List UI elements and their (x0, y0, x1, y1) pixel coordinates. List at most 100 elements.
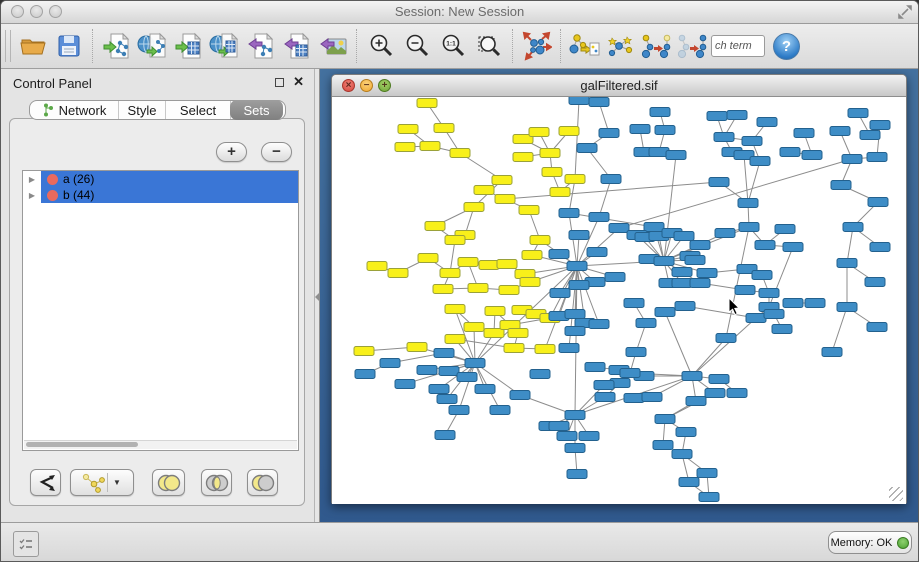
graph-node[interactable] (420, 142, 440, 151)
graph-node[interactable] (594, 381, 614, 390)
graph-node[interactable] (650, 108, 670, 117)
graph-edge[interactable] (847, 227, 853, 263)
graph-node[interactable] (735, 286, 755, 295)
graph-edge[interactable] (685, 306, 756, 318)
graph-node[interactable] (355, 370, 375, 379)
graph-node[interactable] (755, 241, 775, 250)
collapse-panel-arrow[interactable] (315, 293, 319, 301)
graph-edge[interactable] (599, 179, 611, 217)
graph-node[interactable] (429, 385, 449, 394)
new-network-all-edges-button[interactable] (675, 28, 711, 64)
graph-node[interactable] (565, 444, 585, 453)
network-canvas[interactable] (332, 97, 906, 504)
zoom-in-button[interactable] (363, 28, 399, 64)
graph-node[interactable] (445, 236, 465, 245)
create-set-from-network-button[interactable]: ▼ (70, 469, 134, 496)
graph-node[interactable] (759, 289, 779, 298)
graph-node[interactable] (474, 186, 494, 195)
graph-node[interactable] (605, 273, 625, 282)
graph-node[interactable] (674, 232, 694, 241)
graph-node[interactable] (620, 369, 640, 378)
graph-node[interactable] (540, 149, 560, 158)
graph-node[interactable] (802, 151, 822, 160)
split-set-button[interactable] (30, 469, 61, 496)
graph-node[interactable] (567, 262, 587, 271)
graph-node[interactable] (739, 223, 759, 232)
expand-triangle-icon[interactable]: ▶ (23, 175, 41, 184)
graph-node[interactable] (395, 143, 415, 152)
tab-sets[interactable]: Sets (230, 100, 283, 120)
graph-node[interactable] (589, 98, 609, 107)
graph-node[interactable] (504, 344, 524, 353)
graph-node[interactable] (653, 441, 673, 450)
window-resize-grip[interactable] (889, 487, 903, 501)
zoom-actual-size-button[interactable]: 1:1 (435, 28, 471, 64)
graph-node[interactable] (746, 314, 766, 323)
memory-status-button[interactable]: Memory: OK (828, 531, 912, 554)
graph-node[interactable] (727, 111, 747, 120)
graph-node[interactable] (589, 213, 609, 222)
graph-node[interactable] (450, 149, 470, 158)
select-from-file-button[interactable] (567, 28, 603, 64)
graph-node[interactable] (655, 415, 675, 424)
graph-node[interactable] (587, 248, 607, 257)
graph-node[interactable] (458, 258, 478, 267)
graph-node[interactable] (565, 310, 585, 319)
set-row[interactable]: ▶ b (44) (23, 187, 298, 203)
graph-node[interactable] (530, 370, 550, 379)
graph-node[interactable] (433, 285, 453, 294)
graph-node[interactable] (752, 271, 772, 280)
graph-edge[interactable] (474, 327, 475, 363)
graph-node[interactable] (559, 209, 579, 218)
graph-node[interactable] (398, 125, 418, 134)
graph-node[interactable] (550, 188, 570, 197)
graph-node[interactable] (485, 307, 505, 316)
remove-set-button[interactable]: − (261, 142, 292, 162)
save-session-button[interactable] (51, 28, 87, 64)
graph-node[interactable] (644, 223, 664, 232)
graph-node[interactable] (697, 269, 717, 278)
apply-layout-button[interactable] (519, 28, 555, 64)
graph-node[interactable] (417, 366, 437, 375)
graph-node[interactable] (445, 305, 465, 314)
graph-node[interactable] (848, 109, 868, 118)
graph-node[interactable] (437, 395, 457, 404)
graph-node[interactable] (492, 176, 512, 185)
graph-edge[interactable] (726, 227, 749, 338)
network-graph[interactable] (332, 97, 906, 504)
help-button[interactable]: ? (773, 33, 800, 60)
graph-edge[interactable] (664, 155, 676, 261)
graph-node[interactable] (750, 157, 770, 166)
graph-node[interactable] (794, 129, 814, 138)
graph-node[interactable] (626, 348, 646, 357)
network-window-titlebar[interactable]: × − + galFiltered.sif (332, 75, 906, 97)
graph-node[interactable] (685, 256, 705, 265)
graph-node[interactable] (475, 385, 495, 394)
import-network-web-button[interactable] (135, 28, 171, 64)
graph-node[interactable] (569, 97, 589, 105)
graph-node[interactable] (535, 345, 555, 354)
graph-node[interactable] (860, 131, 880, 140)
graph-node[interactable] (772, 325, 792, 334)
graph-node[interactable] (565, 327, 585, 336)
search-input[interactable]: ch term (711, 35, 765, 57)
graph-node[interactable] (867, 153, 887, 162)
graph-node[interactable] (565, 175, 585, 184)
graph-node[interactable] (843, 223, 863, 232)
graph-node[interactable] (837, 259, 857, 268)
fullscreen-icon[interactable] (898, 5, 912, 19)
graph-node[interactable] (567, 470, 587, 479)
select-first-neighbors-button[interactable] (603, 28, 639, 64)
graph-node[interactable] (690, 241, 710, 250)
graph-edge[interactable] (665, 312, 692, 376)
graph-node[interactable] (579, 432, 599, 441)
graph-node[interactable] (595, 393, 615, 402)
graph-node[interactable] (435, 431, 455, 440)
graph-node[interactable] (837, 303, 857, 312)
graph-node[interactable] (707, 112, 727, 121)
graph-node[interactable] (380, 359, 400, 368)
intersection-button[interactable] (201, 469, 232, 496)
tab-style[interactable]: Style (119, 101, 166, 119)
graph-node[interactable] (666, 151, 686, 160)
graph-node[interactable] (457, 373, 477, 382)
